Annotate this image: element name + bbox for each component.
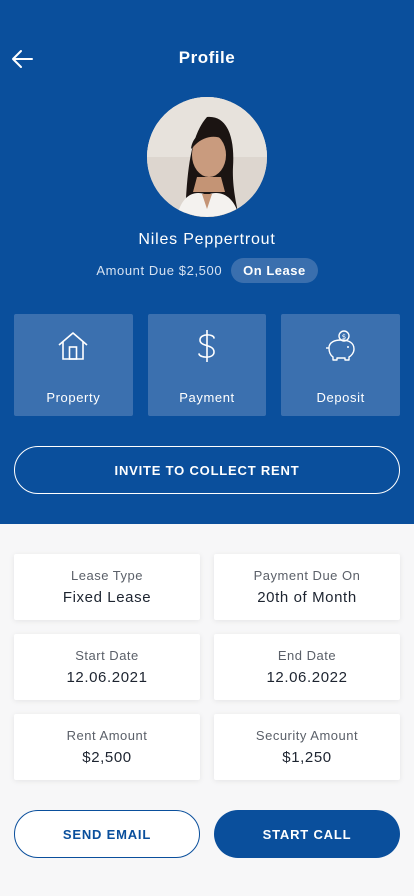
tenant-name: Niles Peppertrout [138, 231, 276, 248]
invite-to-collect-rent-button[interactable]: INVITE TO COLLECT RENT [14, 446, 400, 494]
tile-payment-label: Payment [179, 390, 235, 405]
tile-property[interactable]: Property [14, 314, 133, 416]
detail-card-payment-due: Payment Due On 20th of Month [214, 554, 400, 620]
piggy-bank-icon: $ [323, 328, 359, 364]
detail-card-rent-amount: Rent Amount $2,500 [14, 714, 200, 780]
detail-card-start-date: Start Date 12.06.2021 [14, 634, 200, 700]
detail-label: Security Amount [255, 728, 359, 743]
avatar [147, 97, 267, 217]
detail-label: End Date [277, 648, 337, 663]
detail-value: $1,250 [282, 749, 332, 766]
detail-label: Payment Due On [253, 568, 361, 583]
tile-deposit[interactable]: $ Deposit [281, 314, 401, 416]
detail-value: 12.06.2022 [266, 669, 348, 686]
detail-card-lease-type: Lease Type Fixed Lease [14, 554, 200, 620]
amount-due-text: Amount Due $2,500 [96, 263, 223, 278]
detail-card-end-date: End Date 12.06.2022 [214, 634, 400, 700]
tile-payment[interactable]: Payment [147, 314, 267, 416]
detail-label: Start Date [75, 648, 139, 663]
detail-value: Fixed Lease [62, 589, 152, 606]
lease-details: Lease Type Fixed Lease Payment Due On 20… [14, 554, 400, 780]
amount-due-row: Amount Due $2,500 On Lease [0, 258, 414, 283]
tile-property-label: Property [46, 390, 101, 405]
tile-deposit-label: Deposit [316, 390, 365, 405]
dollar-icon [189, 328, 225, 364]
start-call-button[interactable]: START CALL [214, 810, 400, 858]
detail-card-security-amount: Security Amount $1,250 [214, 714, 400, 780]
status-badge: On Lease [231, 258, 318, 283]
detail-value: 20th of Month [257, 589, 357, 606]
house-icon [55, 328, 91, 364]
profile-header: Profile Niles Peppertrout Amount Due $2,… [0, 0, 414, 524]
quick-actions: Property Payment $ Deposit [14, 314, 401, 416]
page-title: Profile [178, 48, 236, 67]
detail-label: Lease Type [71, 568, 143, 583]
send-email-button[interactable]: SEND EMAIL [14, 810, 200, 858]
detail-value: 12.06.2021 [66, 669, 148, 686]
detail-label: Rent Amount [66, 728, 148, 743]
detail-value: $2,500 [82, 749, 132, 766]
